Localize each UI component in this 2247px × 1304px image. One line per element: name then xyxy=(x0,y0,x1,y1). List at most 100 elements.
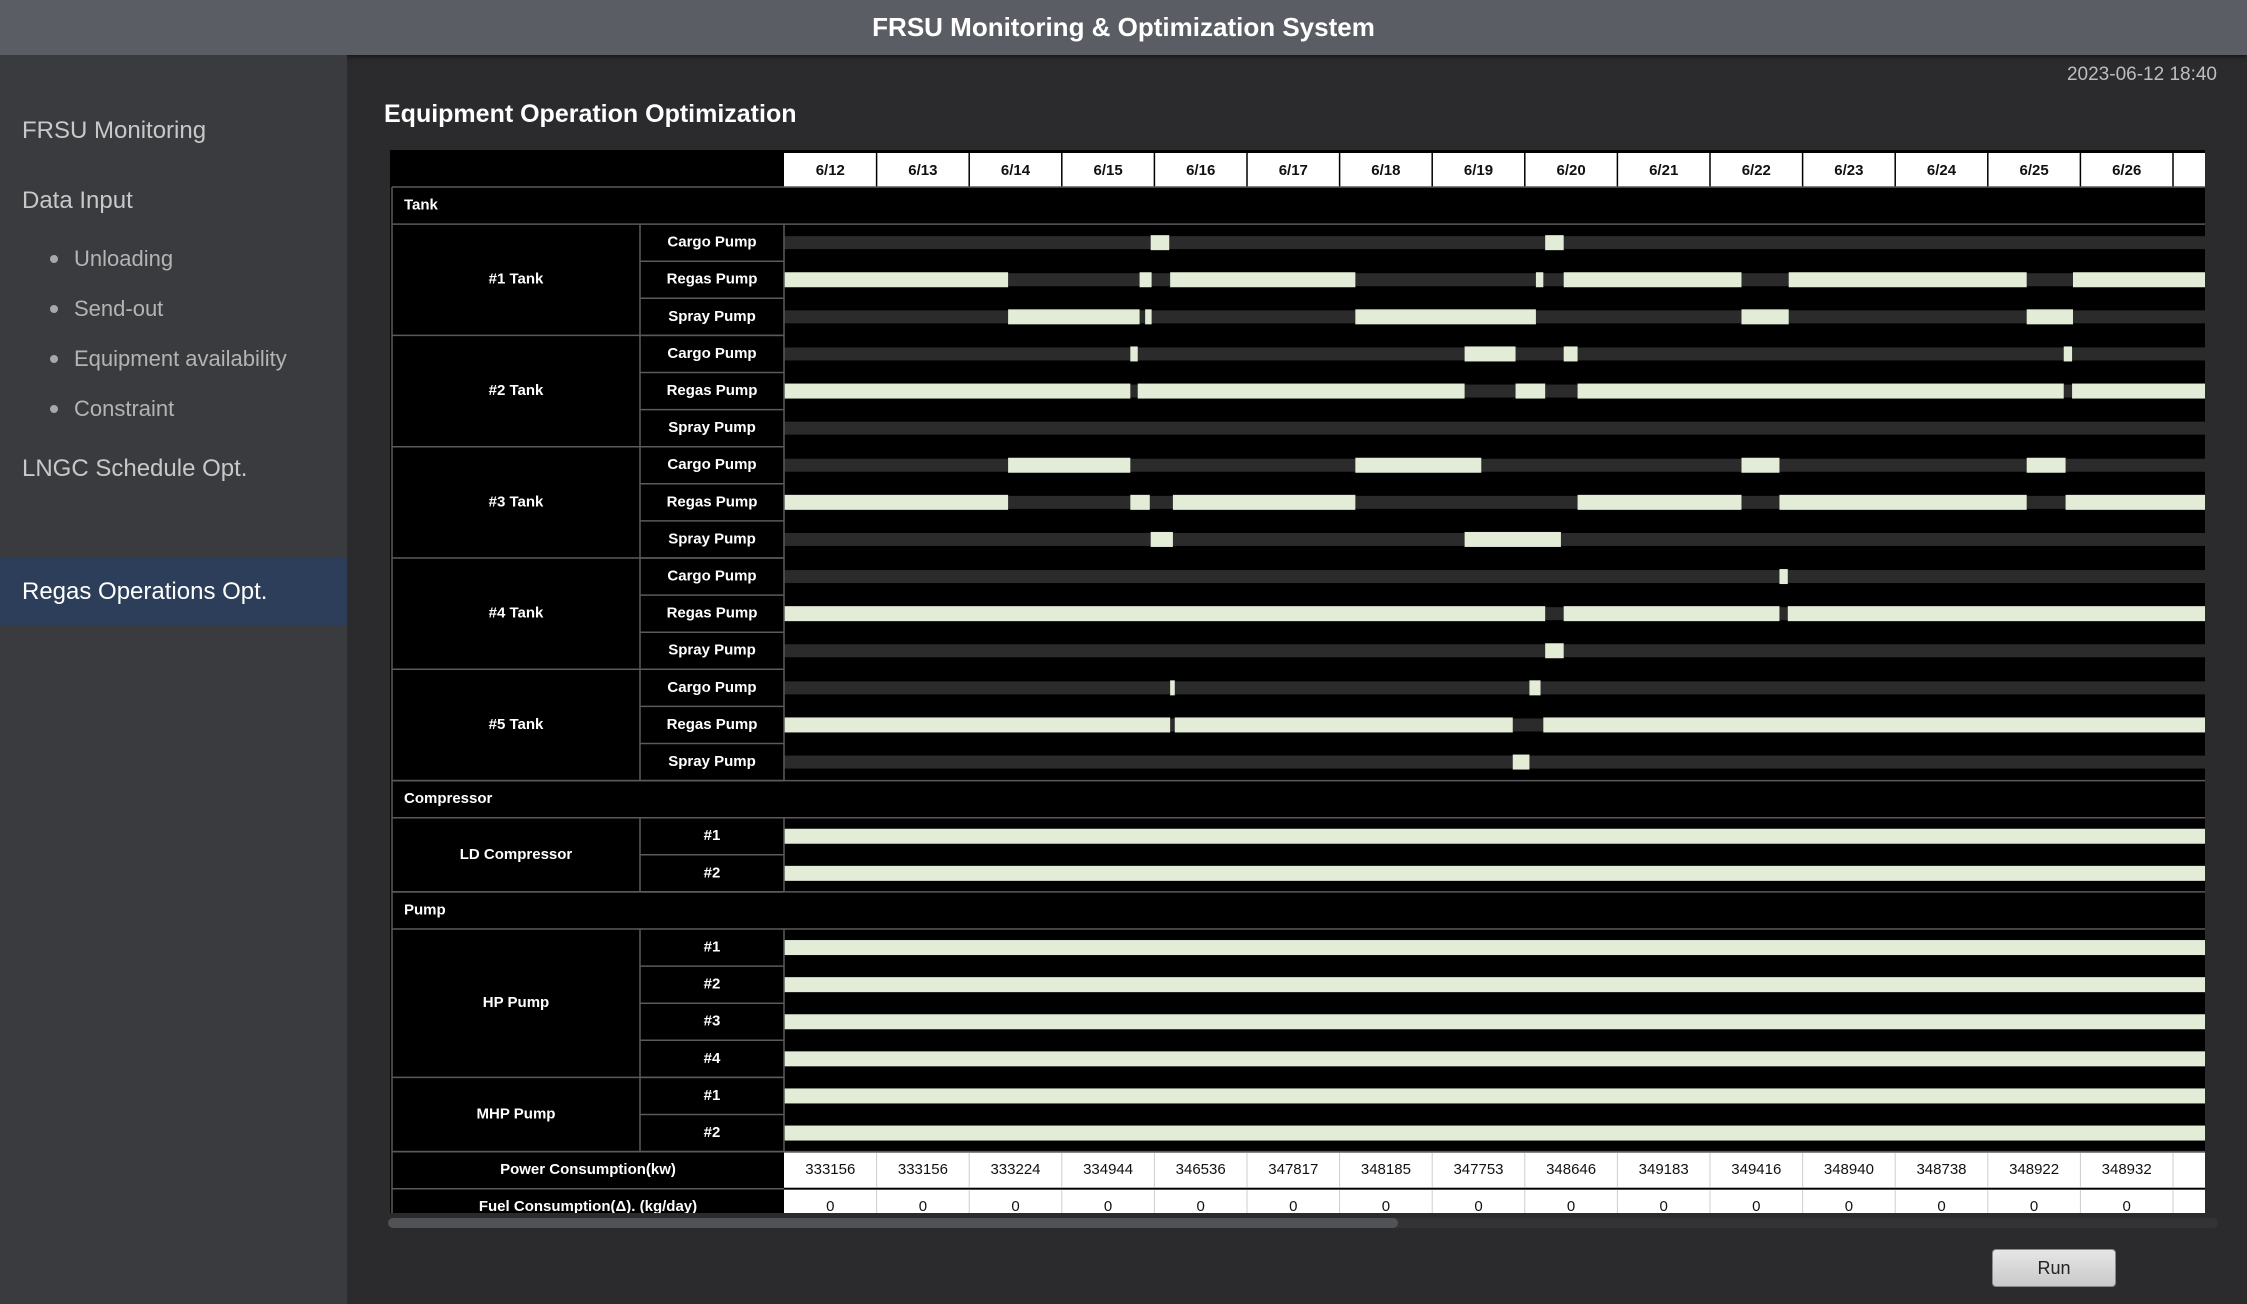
equipment-row-label: #4 xyxy=(704,1050,721,1067)
run-button[interactable]: Run xyxy=(1992,1249,2116,1287)
bullet-icon xyxy=(50,405,58,413)
equipment-row-label: #3 xyxy=(704,1013,721,1030)
operation-bar xyxy=(1172,494,1356,510)
summary-value-cell: 349416 xyxy=(1731,1161,1781,1178)
operation-bar xyxy=(1512,754,1530,770)
operation-bar xyxy=(2072,383,2205,399)
date-header-cell: 6/26 xyxy=(2112,162,2141,179)
date-header-row xyxy=(784,153,2205,187)
operation-bar xyxy=(1008,309,1140,325)
summary-value-cell: 348940 xyxy=(1824,1161,1874,1178)
app-header: FRSU Monitoring & Optimization System xyxy=(0,0,2247,55)
date-header-cell: 6/25 xyxy=(2019,162,2048,179)
sidebar-subitem-constraint[interactable]: Constraint xyxy=(50,396,174,422)
operation-bar xyxy=(1741,309,1789,325)
bullet-icon xyxy=(50,255,58,263)
app-title: FRSU Monitoring & Optimization System xyxy=(872,12,1375,42)
equipment-row-label: #1 xyxy=(704,1087,721,1104)
summary-row-label: Fuel Consumption(Δ). (kg/day) xyxy=(479,1198,697,1213)
operation-bar xyxy=(784,828,2205,844)
timeline-track xyxy=(784,236,2205,250)
sidebar-subitem-label: Constraint xyxy=(74,396,175,421)
equipment-row-label: Spray Pump xyxy=(668,419,756,436)
operation-bar xyxy=(1563,272,1742,288)
scrollbar-thumb[interactable] xyxy=(388,1218,1398,1228)
sidebar-item-frsu-monitoring[interactable]: FRSU Monitoring xyxy=(22,117,206,145)
summary-value-cell: 0 xyxy=(1752,1198,1760,1213)
operation-bar xyxy=(1577,383,2064,399)
date-header-cell: 6/14 xyxy=(1001,162,1031,179)
operation-bar xyxy=(1355,457,1482,473)
equipment-row-label: Cargo Pump xyxy=(667,345,756,362)
summary-value-cell: 0 xyxy=(1197,1198,1205,1213)
bullet-icon xyxy=(50,355,58,363)
timeline-track xyxy=(784,755,2205,769)
summary-value-cell: 0 xyxy=(2030,1198,2038,1213)
summary-value-cell: 333224 xyxy=(990,1161,1040,1178)
equipment-row-label: Cargo Pump xyxy=(667,234,756,251)
equipment-row-label: Regas Pump xyxy=(667,716,758,733)
operation-bar xyxy=(1170,272,1356,288)
operation-bar xyxy=(1464,531,1561,547)
operation-bar xyxy=(1139,272,1152,288)
operation-bar xyxy=(1008,457,1131,473)
summary-value-cell: 347817 xyxy=(1268,1161,1318,1178)
operation-bar xyxy=(1529,680,1541,696)
operation-bar xyxy=(1170,680,1175,696)
schedule-grid: 6/12 6/13 6/14 6/15 6/16 6/17 6/18 6/19 6/20 6/21… xyxy=(391,153,2205,1213)
equipment-row-label: Regas Pump xyxy=(667,493,758,510)
operation-bar xyxy=(2026,457,2066,473)
summary-value-cell: 0 xyxy=(1289,1198,1297,1213)
summary-value-cell: 0 xyxy=(1104,1198,1112,1213)
equipment-schedule-table: 6/12 6/13 6/14 6/15 6/16 6/17 6/18 6/19 6/20 6/21… xyxy=(390,150,2205,1213)
equipment-group-label: #5 Tank xyxy=(489,716,544,733)
summary-row-label: Power Consumption(kw) xyxy=(500,1161,676,1178)
equipment-row-label: #2 xyxy=(704,1124,721,1141)
timeline-track xyxy=(784,458,2205,472)
date-header-cell: 6/12 xyxy=(816,162,845,179)
equipment-row-label: Cargo Pump xyxy=(667,679,756,696)
equipment-row-label: Spray Pump xyxy=(668,642,756,659)
operation-bar xyxy=(1137,383,1465,399)
equipment-row-label: Regas Pump xyxy=(667,605,758,622)
sidebar-item-data-input[interactable]: Data Input xyxy=(22,187,133,215)
operation-bar xyxy=(1779,494,2027,510)
summary-value-cell: 0 xyxy=(2123,1198,2131,1213)
equipment-row-label: Cargo Pump xyxy=(667,456,756,473)
operation-bar xyxy=(784,1088,2205,1104)
sidebar-item-regas-operations-opt[interactable]: Regas Operations Opt. xyxy=(0,558,347,626)
operation-bar xyxy=(2072,272,2205,288)
operation-bar xyxy=(1543,717,2205,733)
section-label: Compressor xyxy=(404,790,493,807)
date-header-cell: 6/16 xyxy=(1186,162,1215,179)
equipment-row-label: #2 xyxy=(704,976,721,993)
date-header-cell: 6/23 xyxy=(1834,162,1863,179)
operation-bar xyxy=(784,272,1009,288)
date-header-cell: 6/21 xyxy=(1649,162,1678,179)
operation-bar xyxy=(1515,383,1546,399)
operation-bar xyxy=(1545,235,1564,251)
equipment-group-label: #4 Tank xyxy=(489,605,544,622)
date-header-cell: 6/24 xyxy=(1927,162,1957,179)
equipment-row-label: Cargo Pump xyxy=(667,568,756,585)
operation-bar xyxy=(784,1014,2205,1030)
operation-bar xyxy=(784,1051,2205,1067)
equipment-row-label: Regas Pump xyxy=(667,271,758,288)
sidebar-subitem-unloading[interactable]: Unloading xyxy=(50,246,173,272)
equipment-group-label: #1 Tank xyxy=(489,271,544,288)
sidebar-subitem-equipment-availability[interactable]: Equipment availability xyxy=(50,346,287,372)
operation-bar xyxy=(2065,494,2205,510)
operation-bar xyxy=(784,717,1171,733)
sidebar-subitem-send-out[interactable]: Send-out xyxy=(50,296,163,322)
sidebar-item-lngc-schedule-opt[interactable]: LNGC Schedule Opt. xyxy=(22,455,247,483)
sidebar: FRSU Monitoring Data Input Unloading Sen… xyxy=(0,55,347,1304)
summary-value-cell: 334944 xyxy=(1083,1161,1133,1178)
summary-value-cell: 0 xyxy=(1382,1198,1390,1213)
operation-bar xyxy=(1150,235,1170,251)
operation-bar xyxy=(1130,494,1150,510)
date-header-cell: 6/22 xyxy=(1742,162,1771,179)
equipment-group-label: MHP Pump xyxy=(477,1105,556,1122)
summary-row-bg xyxy=(784,1189,2205,1213)
operation-bar xyxy=(784,606,1546,622)
operation-bar xyxy=(1535,272,1544,288)
